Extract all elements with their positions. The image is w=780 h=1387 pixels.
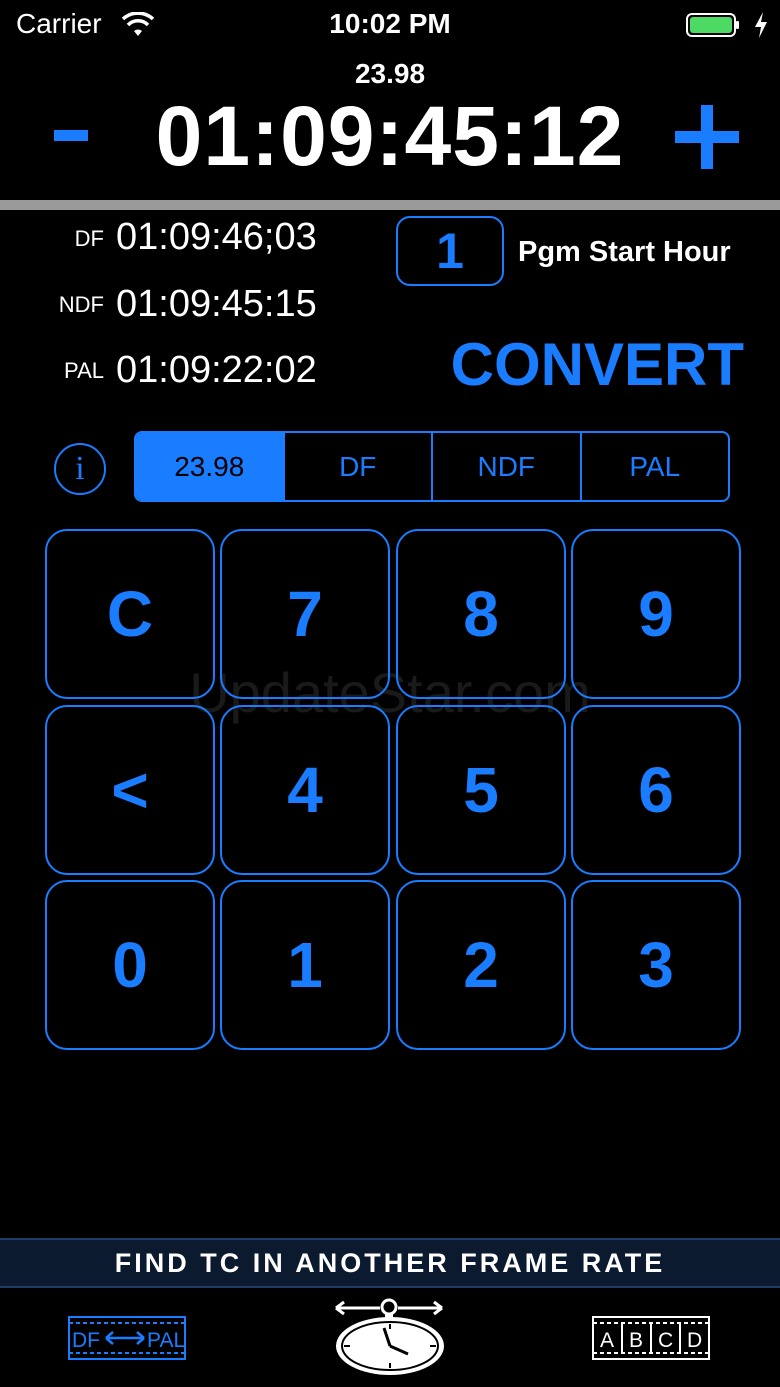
pgm-start-hour-label: Pgm Start Hour [518, 236, 731, 268]
tab-frame-rate-convert[interactable]: DF PAL [68, 1316, 186, 1360]
segment-ndf[interactable]: NDF [431, 433, 580, 500]
pal-timecode: 01:09:22:02 [116, 349, 317, 391]
mode-banner: FIND TC IN ANOTHER FRAME RATE [0, 1238, 780, 1288]
segment-df[interactable]: DF [282, 433, 432, 500]
key-3[interactable]: 3 [571, 880, 741, 1050]
info-button[interactable]: i [54, 443, 106, 495]
key-5[interactable]: 5 [396, 705, 566, 875]
key-4[interactable]: 4 [220, 705, 390, 875]
tab-text-df: DF [72, 1329, 100, 1352]
filmstrip-icon: A B C D [592, 1316, 710, 1360]
frame-rate-segmented-control: 23.98 DF NDF PAL [134, 431, 730, 502]
info-icon: i [75, 450, 85, 487]
minus-icon [54, 130, 88, 141]
df-timecode: 01:09:46;03 [116, 216, 317, 258]
tab-letter-b: B [629, 1329, 643, 1352]
convert-button[interactable]: CONVERT [440, 330, 744, 399]
key-1[interactable]: 1 [220, 880, 390, 1050]
main-timecode: 01:09:45:12 [155, 89, 625, 183]
increment-button[interactable] [672, 102, 742, 172]
tab-abcd[interactable]: A B C D [592, 1316, 710, 1360]
stopwatch-icon [335, 1298, 444, 1375]
charging-bolt-icon [755, 12, 767, 38]
ndf-label: NDF [58, 292, 104, 317]
tab-letter-c: C [658, 1329, 673, 1352]
decrement-button[interactable] [52, 102, 92, 162]
tab-letter-d: D [687, 1329, 702, 1352]
key-clear[interactable]: C [45, 529, 215, 699]
pal-label: PAL [64, 358, 104, 383]
current-frame-rate: 23.98 [354, 58, 426, 89]
battery-icon [686, 13, 739, 37]
segment-2398[interactable]: 23.98 [136, 433, 283, 500]
key-7[interactable]: 7 [220, 529, 390, 699]
tab-stopwatch[interactable] [330, 1298, 448, 1378]
key-0[interactable]: 0 [45, 880, 215, 1050]
frame-rate-convert-icon: DF PAL [68, 1316, 186, 1360]
key-6[interactable]: 6 [571, 705, 741, 875]
segment-pal[interactable]: PAL [579, 433, 729, 500]
header-divider [0, 200, 780, 210]
tab-text-pal: PAL [147, 1329, 185, 1352]
key-backspace[interactable]: < [45, 705, 215, 875]
plus-icon [675, 105, 739, 169]
tab-letter-a: A [600, 1329, 614, 1352]
status-time: 10:02 PM [329, 8, 451, 39]
pgm-start-hour-input[interactable]: 1 [396, 216, 504, 286]
key-9[interactable]: 9 [571, 529, 741, 699]
df-label: DF [74, 226, 104, 251]
key-8[interactable]: 8 [396, 529, 566, 699]
ndf-timecode: 01:09:45:15 [116, 283, 317, 325]
status-bar: Carrier 10:02 PM [0, 0, 780, 52]
key-2[interactable]: 2 [396, 880, 566, 1050]
